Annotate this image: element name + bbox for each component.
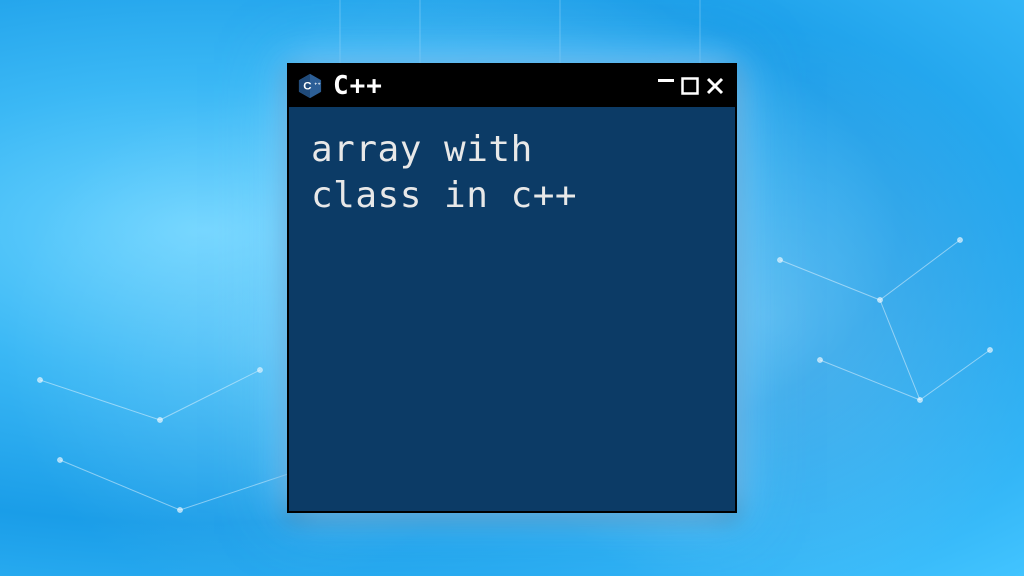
svg-text:+: + (314, 82, 317, 87)
cpp-logo-icon: C + + (297, 73, 323, 99)
terminal-window: C + + C++ array with class in c++ (287, 63, 737, 513)
content-text: array with class in c++ (311, 127, 713, 219)
maximize-button[interactable] (681, 77, 699, 95)
titlebar[interactable]: C + + C++ (289, 65, 735, 107)
window-title: C++ (333, 71, 647, 101)
minimize-button[interactable] (657, 71, 675, 89)
close-button[interactable] (705, 76, 725, 96)
svg-text:C: C (303, 81, 311, 93)
window-controls (657, 76, 725, 96)
terminal-content: array with class in c++ (289, 107, 735, 511)
svg-text:+: + (318, 82, 321, 87)
